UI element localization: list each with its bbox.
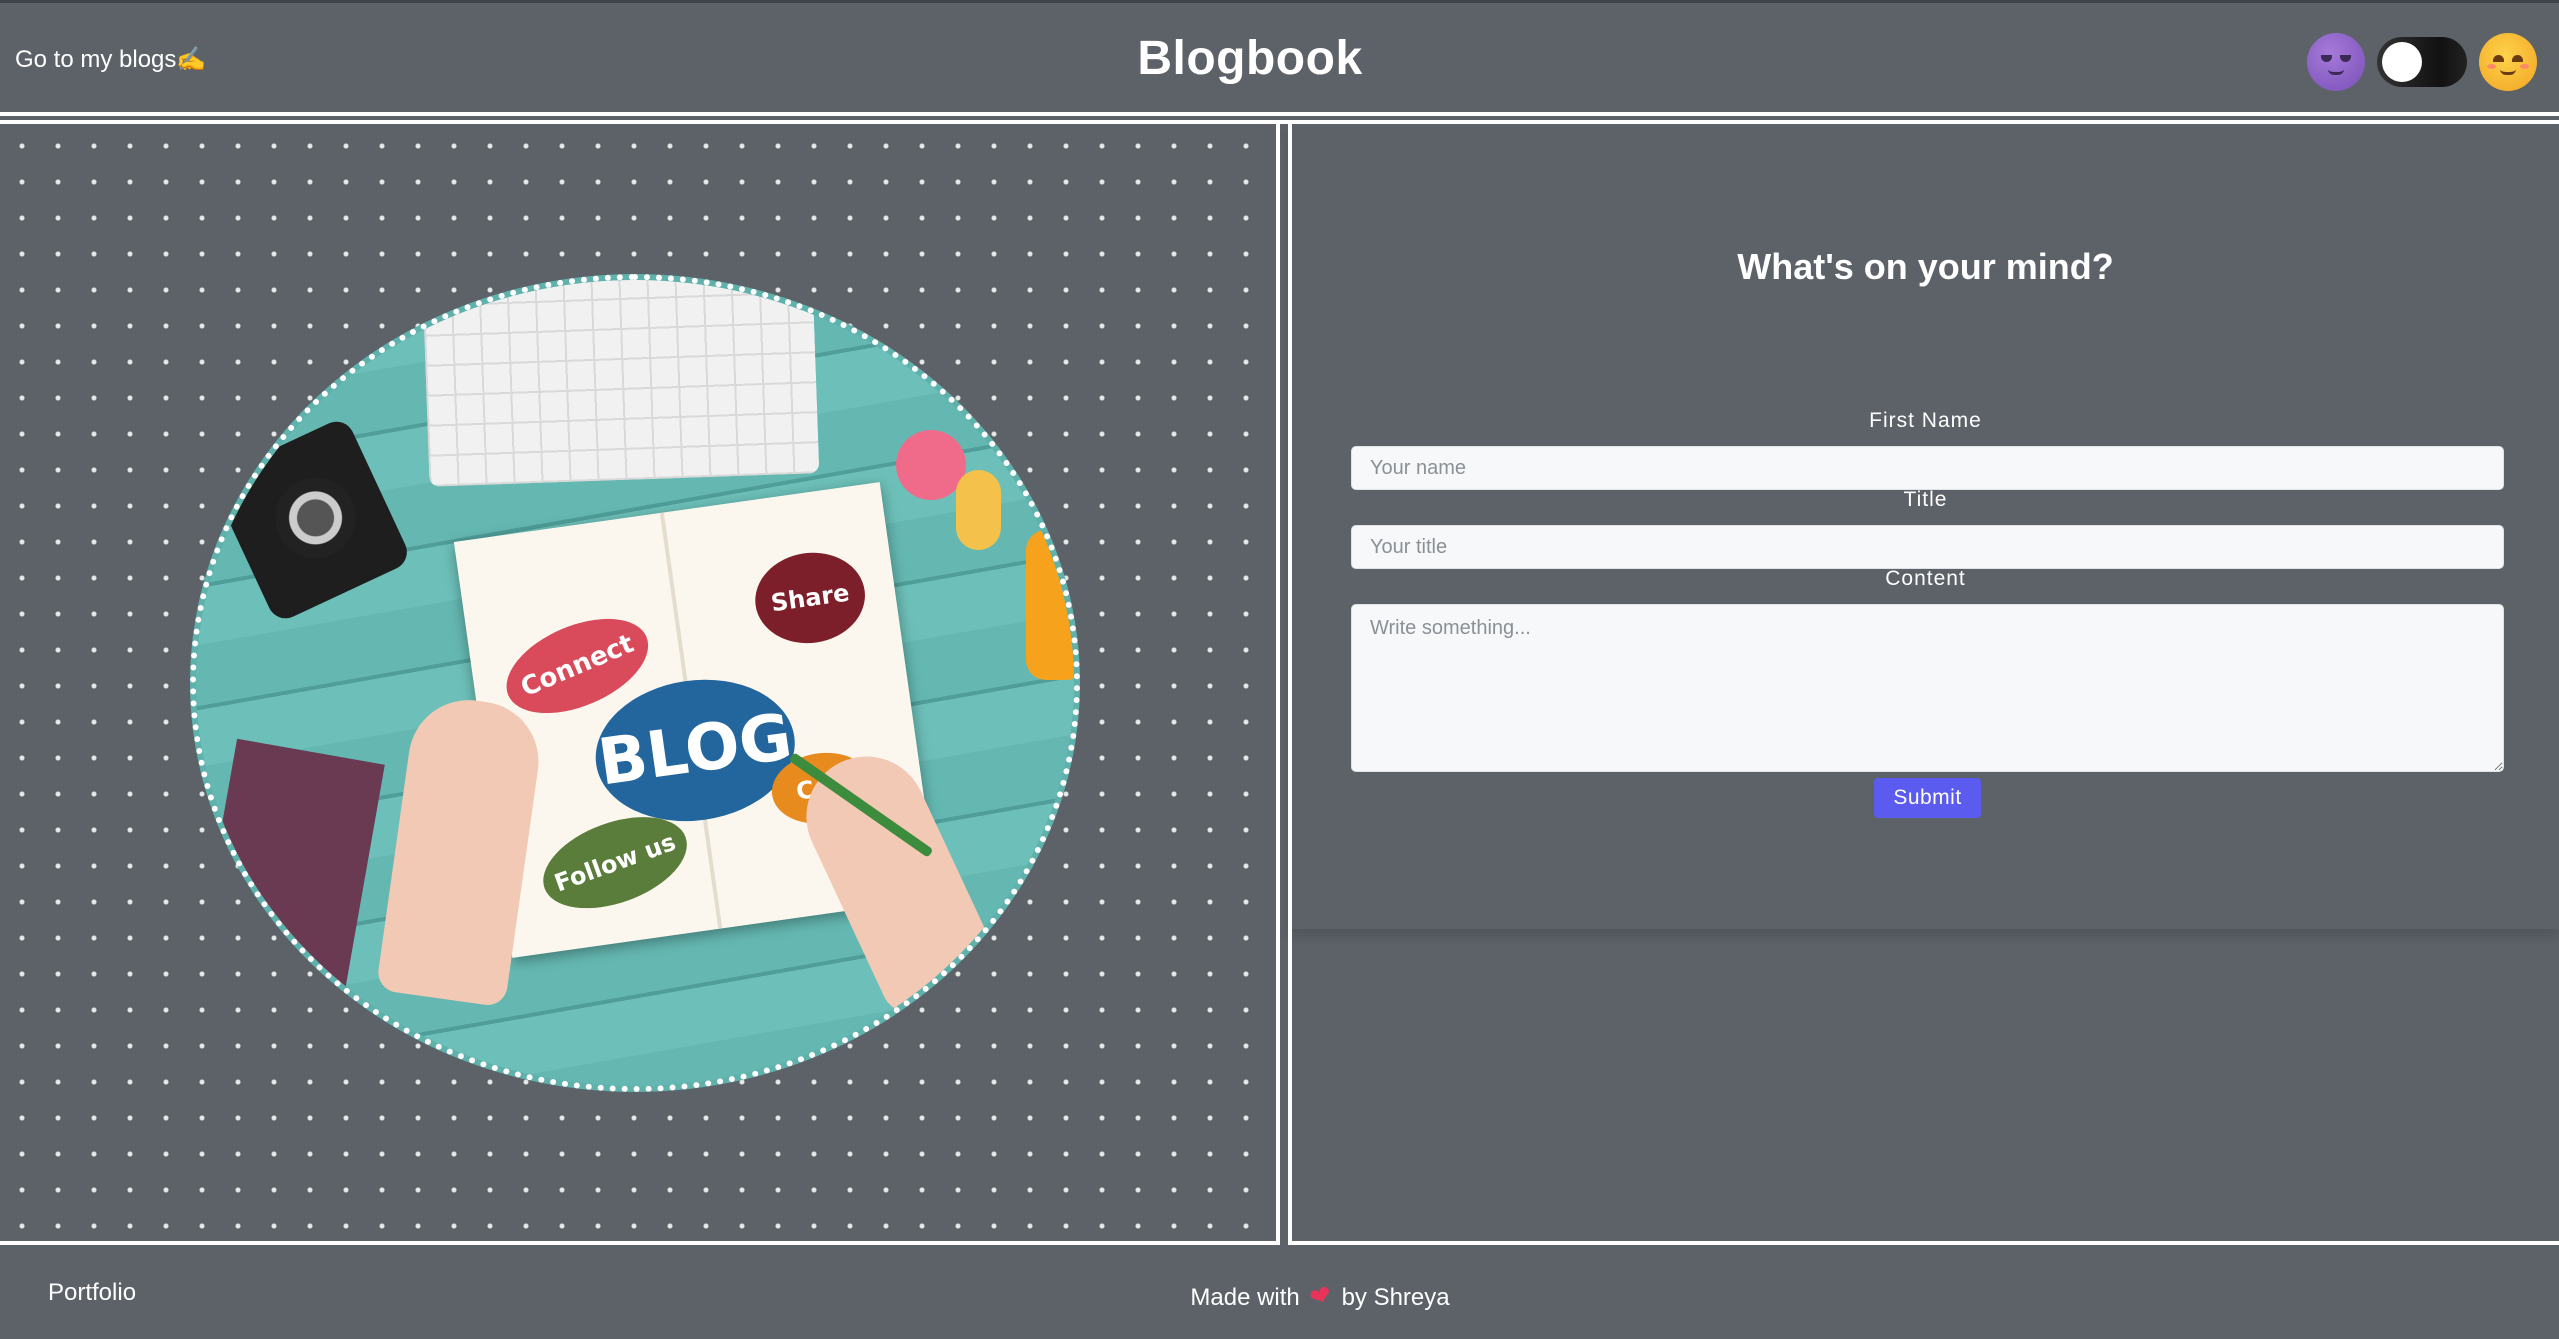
smiling-sun-emoji-icon — [2479, 33, 2537, 91]
blog-form-card: What's on your mind? First Name Title Co… — [1288, 124, 2559, 929]
first-name-label: First Name — [1869, 409, 1982, 432]
top-navbar: Go to my blogs✍️ Blogbook — [0, 0, 2559, 112]
heart-icon: ❤ — [1305, 1278, 1336, 1314]
hero-image-panel: Connect Share BLOG Follow us Con — [0, 124, 1280, 1245]
form-title: What's on your mind? — [1737, 246, 2114, 287]
made-with-prefix: Made with — [1190, 1284, 1300, 1311]
keyboard-image — [422, 280, 820, 487]
toggle-knob — [2382, 42, 2422, 82]
theme-toggle-switch[interactable] — [2377, 37, 2467, 87]
made-with-credit: Made with ❤ by Shreya — [0, 1278, 2559, 1314]
made-with-suffix: by Shreya — [1341, 1284, 1450, 1311]
content-textarea[interactable] — [1351, 604, 2504, 772]
site-brand-title: Blogbook — [1137, 32, 1363, 85]
header-divider-top — [0, 112, 2559, 116]
bubble-blog: BLOG — [586, 667, 804, 834]
theme-controls — [2307, 33, 2537, 91]
sleepy-moon-emoji-icon — [2307, 33, 2365, 91]
footer: Portfolio Made with ❤ by Shreya — [0, 1249, 2559, 1339]
form-panel-lower — [1288, 929, 2559, 1245]
first-name-input[interactable] — [1351, 446, 2504, 490]
blog-concept-photo: Connect Share BLOG Follow us Con — [190, 274, 1080, 1092]
bubble-share: Share — [749, 545, 871, 651]
title-input[interactable] — [1351, 525, 2504, 569]
content-label: Content — [1885, 567, 1966, 590]
title-label: Title — [1903, 488, 1948, 511]
submit-button[interactable]: Submit — [1874, 778, 1981, 818]
